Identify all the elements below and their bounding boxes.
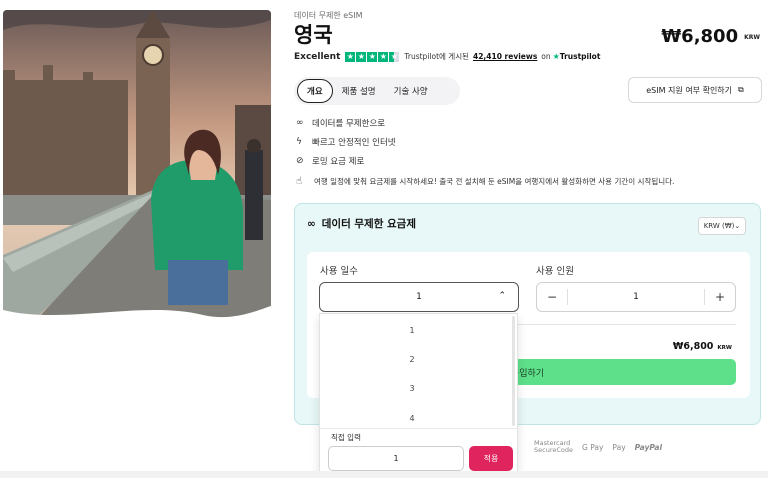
bolt-icon: ϟ	[296, 136, 302, 147]
compat-button-label: eSIM 지원 여부 확인하기	[646, 85, 733, 95]
trustpilot-star-icon: ★	[552, 52, 560, 61]
days-select-value: 1	[416, 292, 422, 302]
rating-listed-text: Trustpilot에 게시된	[404, 52, 469, 61]
activation-notice: ☝ 여행 일정에 맞춰 요금제를 시작하세요! 출국 전 설치해 둔 eSIM을…	[296, 176, 674, 187]
infinity-icon: ∞	[307, 217, 316, 230]
custom-days-input[interactable]: 1	[328, 446, 464, 471]
star-icon: ★	[378, 51, 389, 62]
star-icon: ★	[367, 51, 378, 62]
tab-specs[interactable]: 기술 사양	[385, 80, 437, 102]
divider	[320, 428, 517, 429]
star-icon: ★	[356, 51, 367, 62]
people-value[interactable]: 1	[567, 289, 705, 305]
feature-label: 빠르고 안정적인 인터넷	[312, 137, 396, 148]
dropdown-option[interactable]: 2	[320, 355, 504, 364]
external-link-icon: ⧉	[738, 85, 744, 94]
days-select[interactable]: 1 ⌃	[319, 282, 519, 312]
reviews-link[interactable]: 42,410 reviews	[473, 52, 537, 61]
paypal-logo: PayPal	[634, 442, 663, 452]
feature-label: 로밍 요금 제로	[312, 156, 365, 167]
google-pay-logo: G Pay	[582, 442, 604, 452]
dropdown-option[interactable]: 1	[320, 326, 504, 335]
price-amount: ₩6,800	[661, 26, 739, 47]
feature-item: ϟ 빠르고 안정적인 인터넷	[296, 132, 396, 151]
feature-list: ∞ 데이터를 무제한으로 ϟ 빠르고 안정적인 인터넷 ⊘ 로밍 요금 제로	[296, 113, 396, 170]
dropdown-option[interactable]: 4	[320, 414, 504, 423]
mastercard-line2: SecureCode	[534, 446, 573, 454]
star-icon: ★	[345, 51, 356, 62]
payment-methods: Mastercard SecureCode G Pay Pay PayPal	[534, 440, 662, 454]
tab-overview[interactable]: 개요	[297, 79, 333, 103]
apple-pay-logo: Pay	[612, 442, 626, 452]
decrement-button[interactable]: −	[537, 283, 567, 311]
currency-select[interactable]: KRW (₩) ⌄	[698, 217, 746, 235]
days-dropdown: 1 2 3 4 직접 입력 1 적용	[319, 313, 518, 478]
feature-label: 데이터를 무제한으로	[312, 118, 386, 129]
dropdown-option[interactable]: 3	[320, 384, 504, 393]
product-tabs: 개요 제품 설명 기술 사양	[294, 77, 460, 105]
hero-photo	[3, 10, 271, 334]
price-currency: KRW	[744, 33, 760, 41]
total-amount: ₩6,800	[672, 341, 714, 352]
infinity-icon: ∞	[296, 117, 304, 128]
check-compatibility-button[interactable]: eSIM 지원 여부 확인하기 ⧉	[628, 77, 762, 103]
no-roaming-icon: ⊘	[296, 155, 304, 166]
chevron-down-icon: ⌄	[734, 222, 741, 230]
feature-item: ⊘ 로밍 요금 제로	[296, 151, 396, 170]
page-footer-strip	[0, 471, 768, 478]
rating-on-text: on	[541, 52, 551, 61]
trustpilot-logo: Trustpilot	[559, 52, 601, 61]
star-rating: ★ ★ ★ ★ ★	[345, 51, 400, 62]
page-title: 영국	[294, 23, 333, 47]
increment-button[interactable]: +	[705, 283, 735, 311]
plan-title: ∞ 데이터 무제한 요금제	[307, 216, 416, 231]
plan-title-text: 데이터 무제한 요금제	[321, 218, 417, 230]
custom-input-label: 직접 입력	[331, 433, 361, 442]
product-price: ₩6,800 KRW	[661, 26, 760, 47]
half-star-icon: ★	[389, 51, 400, 62]
notice-text: 여행 일정에 맞춰 요금제를 시작하세요! 출국 전 설치해 둔 eSIM을 여…	[314, 177, 675, 186]
feature-item: ∞ 데이터를 무제한으로	[296, 113, 396, 132]
currency-select-value: KRW (₩)	[703, 222, 735, 230]
chevron-up-icon: ⌃	[498, 291, 506, 301]
total-price: ₩6,800 KRW	[673, 341, 732, 352]
mastercard-securecode-logo: Mastercard SecureCode	[534, 440, 573, 454]
tab-description[interactable]: 제품 설명	[333, 80, 385, 102]
rating-label: Excellent	[294, 51, 341, 62]
sim-hand-icon: ☝	[296, 176, 303, 187]
days-label: 사용 일수	[320, 266, 358, 277]
total-currency: KRW	[717, 345, 732, 351]
people-stepper: − 1 +	[536, 282, 736, 312]
people-label: 사용 인원	[536, 266, 574, 277]
dropdown-scrollbar[interactable]	[512, 316, 515, 426]
apply-button[interactable]: 적용	[469, 446, 513, 471]
trustpilot-rating: Excellent ★ ★ ★ ★ ★ Trustpilot에 게시된 42,4…	[294, 51, 600, 62]
